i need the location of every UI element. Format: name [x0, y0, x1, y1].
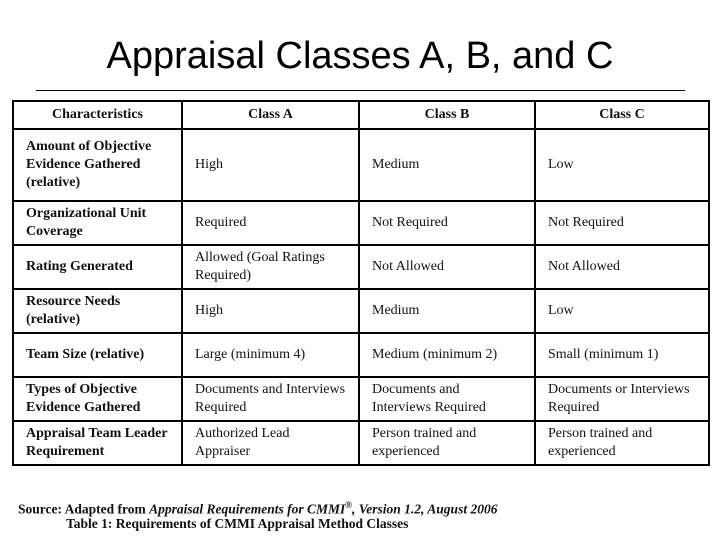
class-b-cell: Medium (minimum 2) [358, 332, 536, 378]
class-a-cell: Authorized Lead Appraiser [181, 420, 360, 466]
table-row: Organizational Unit Coverage Required No… [12, 200, 710, 246]
class-b-cell: Medium [358, 288, 536, 334]
class-b-cell: Not Required [358, 200, 536, 246]
header-characteristics: Characteristics [12, 100, 183, 130]
table-row: Appraisal Team Leader Requirement Author… [12, 420, 710, 466]
characteristic-cell: Types of Objective Evidence Gathered [12, 376, 183, 422]
characteristic-cell: Organizational Unit Coverage [12, 200, 183, 246]
class-b-cell: Documents and Interviews Required [358, 376, 536, 422]
table-header-row: Characteristics Class A Class B Class C [12, 100, 710, 130]
class-b-cell: Not Allowed [358, 244, 536, 290]
class-a-cell: Large (minimum 4) [181, 332, 360, 378]
characteristic-cell: Team Size (relative) [12, 332, 183, 378]
table-row: Resource Needs (relative) High Medium Lo… [12, 288, 710, 334]
header-class-a: Class A [181, 100, 360, 130]
table-row: Types of Objective Evidence Gathered Doc… [12, 376, 710, 422]
class-c-cell: Not Required [534, 200, 710, 246]
class-c-cell: Documents or Interviews Required [534, 376, 710, 422]
class-a-cell: Documents and Interviews Required [181, 376, 360, 422]
class-b-cell: Medium [358, 128, 536, 202]
characteristic-cell: Appraisal Team Leader Requirement [12, 420, 183, 466]
title-divider [36, 90, 685, 91]
appraisal-classes-table: Characteristics Class A Class B Class C … [12, 100, 710, 466]
class-a-cell: Required [181, 200, 360, 246]
table-row: Team Size (relative) Large (minimum 4) M… [12, 332, 710, 378]
table-row: Amount of Objective Evidence Gathered (r… [12, 128, 710, 202]
class-c-cell: Small (minimum 1) [534, 332, 710, 378]
class-c-cell: Not Allowed [534, 244, 710, 290]
characteristic-cell: Amount of Objective Evidence Gathered (r… [12, 128, 183, 202]
class-c-cell: Low [534, 128, 710, 202]
class-a-cell: High [181, 128, 360, 202]
slide-title: Appraisal Classes A, B, and C [106, 35, 614, 77]
table-caption: Table 1: Requirements of CMMI Appraisal … [66, 516, 409, 531]
header-class-c: Class C [534, 100, 710, 130]
characteristic-cell: Resource Needs (relative) [12, 288, 183, 334]
class-c-cell: Low [534, 288, 710, 334]
class-b-cell: Person trained and experienced [358, 420, 536, 466]
characteristic-cell: Rating Generated [12, 244, 183, 290]
class-c-cell: Person trained and experienced [534, 420, 710, 466]
class-a-cell: High [181, 288, 360, 334]
table-row: Rating Generated Allowed (Goal Ratings R… [12, 244, 710, 290]
header-class-b: Class B [358, 100, 536, 130]
class-a-cell: Allowed (Goal Ratings Required) [181, 244, 360, 290]
